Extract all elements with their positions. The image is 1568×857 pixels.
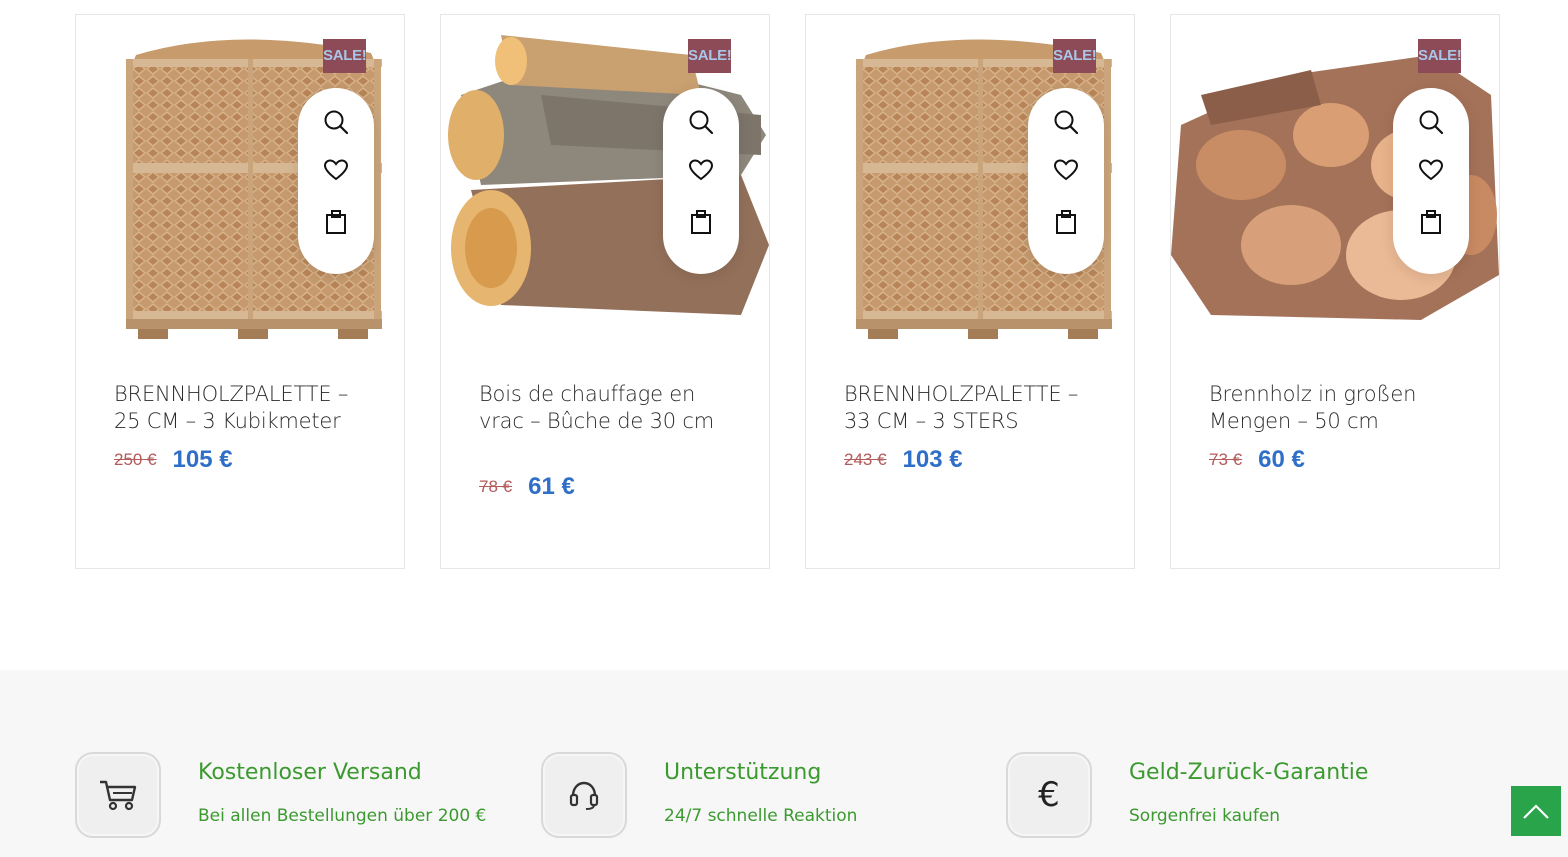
quick-view-button[interactable] <box>681 108 721 148</box>
product-actions <box>1028 88 1104 274</box>
product-price: 78 € 61 € <box>479 473 739 503</box>
product-card[interactable]: SALE! Brennholz in großen Mengen – 50 cm… <box>1170 14 1500 569</box>
feature-subtitle: Bei allen Bestellungen über 200 € <box>198 806 487 826</box>
product-price: 250 € 105 € <box>114 446 374 476</box>
quick-view-button[interactable] <box>1411 108 1451 148</box>
features-band: Kostenloser Versand Bei allen Bestellung… <box>0 670 1568 857</box>
wishlist-button[interactable] <box>1046 156 1086 196</box>
feature-support: Unterstützung 24/7 schnelle Reaktion <box>541 752 1001 838</box>
feature-title: Unterstützung <box>664 760 822 785</box>
add-to-cart-button[interactable] <box>1411 208 1451 248</box>
product-actions <box>298 88 374 274</box>
feature-subtitle: 24/7 schnelle Reaktion <box>664 806 858 826</box>
heart-icon <box>323 159 349 181</box>
sale-price: 105 € <box>172 446 233 473</box>
heart-icon <box>1053 159 1079 181</box>
wishlist-button[interactable] <box>1411 156 1451 196</box>
sale-badge: SALE! <box>1053 39 1097 73</box>
wishlist-button[interactable] <box>316 156 356 196</box>
feature-money-back: € Geld-Zurück-Garantie Sorgenfrei kaufen <box>1006 752 1466 838</box>
sale-price: 103 € <box>902 446 963 473</box>
cart-icon <box>1056 210 1076 234</box>
quick-view-button[interactable] <box>1046 108 1086 148</box>
product-card[interactable]: SALE! BRENNHOLZPALETTE – 25 CM – 3 Kubik… <box>75 14 405 569</box>
feature-subtitle: Sorgenfrei kaufen <box>1129 806 1281 826</box>
add-to-cart-button[interactable] <box>1046 208 1086 248</box>
heart-icon <box>688 159 714 181</box>
chevron-up-icon <box>1523 804 1549 819</box>
quick-view-button[interactable] <box>316 108 356 148</box>
old-price: 250 € <box>114 450 157 469</box>
product-grid: SALE! BRENNHOLZPALETTE – 25 CM – 3 Kubik… <box>75 14 1500 569</box>
zoom-icon <box>324 110 349 135</box>
old-price: 73 € <box>1209 450 1243 469</box>
feature-free-shipping: Kostenloser Versand Bei allen Bestellung… <box>75 752 535 838</box>
cart-icon <box>1421 210 1441 234</box>
zoom-icon <box>1054 110 1079 135</box>
feature-title: Kostenloser Versand <box>198 760 422 785</box>
sale-badge: SALE! <box>688 39 732 73</box>
product-price: 73 € 60 € <box>1209 446 1469 476</box>
product-price: 243 € 103 € <box>844 446 1104 476</box>
scroll-to-top-button[interactable] <box>1511 786 1561 836</box>
feature-title: Geld-Zurück-Garantie <box>1129 760 1369 785</box>
add-to-cart-button[interactable] <box>316 208 356 248</box>
sale-price: 60 € <box>1258 446 1305 473</box>
product-title[interactable]: BRENNHOLZPALETTE – 25 CM – 3 Kubikmeter <box>114 381 374 435</box>
wishlist-button[interactable] <box>681 156 721 196</box>
product-title[interactable]: Brennholz in großen Mengen – 50 cm <box>1209 381 1469 435</box>
add-to-cart-button[interactable] <box>681 208 721 248</box>
sale-price: 61 € <box>528 473 575 500</box>
product-actions <box>663 88 739 274</box>
shopping-cart-icon <box>75 752 161 838</box>
euro-icon: € <box>1006 752 1092 838</box>
old-price: 243 € <box>844 450 887 469</box>
zoom-icon <box>689 110 714 135</box>
cart-icon <box>326 210 346 234</box>
sale-badge: SALE! <box>1418 39 1462 73</box>
product-title[interactable]: Bois de chauffage en vrac – Bûche de 30 … <box>479 381 739 435</box>
product-title[interactable]: BRENNHOLZPALETTE – 33 CM – 3 STERS <box>844 381 1104 435</box>
product-card[interactable]: SALE! Bois de chauffage en vrac – Bûche … <box>440 14 770 569</box>
cart-icon <box>691 210 711 234</box>
sale-badge: SALE! <box>323 39 367 73</box>
old-price: 78 € <box>479 477 513 496</box>
product-actions <box>1393 88 1469 274</box>
heart-icon <box>1418 159 1444 181</box>
product-card[interactable]: SALE! BRENNHOLZPALETTE – 33 CM – 3 STERS… <box>805 14 1135 569</box>
zoom-icon <box>1419 110 1444 135</box>
headset-icon <box>541 752 627 838</box>
